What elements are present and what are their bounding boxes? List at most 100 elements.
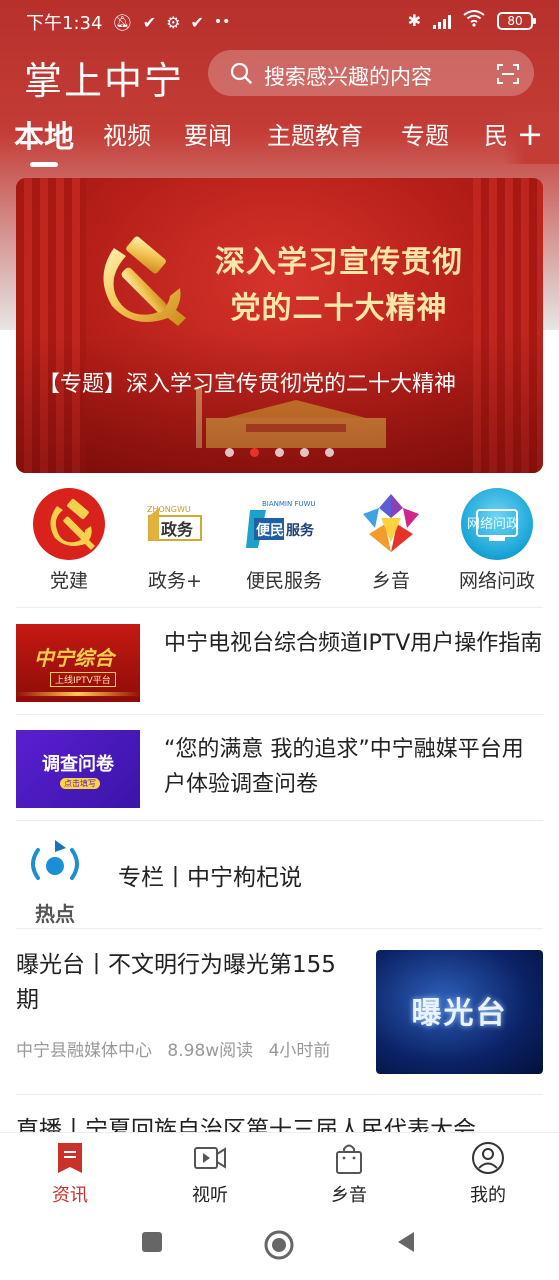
news-thumbnail: 中宁综合 上线IPTV平台 — [16, 624, 140, 702]
svg-text:政务: 政务 — [161, 520, 194, 539]
news-thumbnail: 调查问卷 点击填写 — [16, 730, 140, 808]
divider — [16, 714, 543, 715]
divider — [16, 820, 543, 821]
pagination-dot[interactable] — [300, 448, 309, 457]
svg-text:网络问政: 网络问政 — [467, 516, 519, 532]
add-channel-button[interactable]: + — [515, 116, 545, 152]
channel-tabs: 本地 视频 要闻 主题教育 专题 民 + — [0, 112, 559, 172]
pagination-dot[interactable] — [325, 448, 334, 457]
nav-label: 乡音 — [331, 1185, 367, 1206]
news-title: 中宁电视台综合频道IPTV用户操作指南 — [164, 631, 543, 656]
news-reads: 8.98w阅读 — [167, 1041, 254, 1061]
news-title-partial[interactable]: 直播丨宁夏回族自治区第十三届人民代表大会 — [16, 1110, 543, 1134]
convenience-service-icon: BIANMIN FUWU 便民 服务 — [244, 488, 324, 560]
nav-label: 我的 — [470, 1185, 506, 1206]
pagination-dot[interactable] — [225, 448, 234, 457]
hot-logo-text: 热点 — [35, 902, 75, 926]
news-item[interactable]: 调查问卷 点击填写 “您的满意 我的追求”中宁融媒平台用户体验调查问卷 — [16, 728, 543, 818]
thumb-title: 中宁综合 — [34, 646, 114, 670]
feature-news-title[interactable]: 曝光台丨不文明行为曝光第155期 — [16, 948, 336, 1018]
app-title: 掌上中宁 — [24, 59, 185, 103]
hometown-voice-icon — [355, 488, 427, 560]
quick-link-label: 乡音 — [371, 570, 410, 592]
quick-link-online-inquiry[interactable]: 网络问政 网络问政 — [442, 488, 552, 593]
tab-local[interactable]: 本地 — [14, 112, 74, 156]
gear-icon: ⚙ — [166, 12, 181, 32]
recent-apps-icon[interactable] — [140, 1230, 164, 1254]
divider — [16, 607, 543, 608]
battery-indicator: 80 — [497, 11, 536, 30]
svg-text:服务: 服务 — [286, 522, 315, 539]
party-emblem-icon — [103, 236, 186, 326]
search-placeholder: 搜索感兴趣的内容 — [264, 65, 432, 89]
bottom-navigation: 资讯 视听 乡音 我的 — [0, 1132, 559, 1212]
status-bar: 下午1:34 🔕︎ ✔ ⚙ ✔ •• ✱ 80 — [0, 0, 559, 40]
back-icon[interactable] — [394, 1230, 418, 1254]
tab-video[interactable]: 视频 — [103, 116, 151, 151]
government-affairs-icon: ZHONGWU 政务 — [139, 488, 211, 560]
nav-hometown[interactable]: 乡音 — [299, 1141, 399, 1207]
banner-caption: 【专题】深入学习宣传贯彻党的二十大精神 — [38, 372, 457, 397]
wifi-icon — [463, 9, 485, 32]
svg-text:BIANMIN FUWU: BIANMIN FUWU — [262, 500, 316, 508]
bluetooth-icon: ✱ — [407, 11, 421, 30]
more-dots-icon: •• — [213, 14, 231, 30]
profile-icon — [471, 1141, 505, 1175]
status-time: 下午1:34 — [26, 13, 103, 34]
tab-theme-education[interactable]: 主题教育 — [267, 116, 363, 151]
scan-icon[interactable] — [496, 62, 520, 86]
banner-headline: 深入学习宣传贯彻 党的二十大精神 — [194, 240, 484, 332]
svg-text:便民: 便民 — [256, 522, 284, 539]
hot-logo: 热点 — [24, 836, 86, 926]
pagination-dot-active[interactable] — [250, 448, 259, 457]
quick-link-government[interactable]: ZHONGWU 政务 政务+ — [120, 488, 230, 593]
search-icon — [230, 62, 252, 84]
system-navigation-bar — [0, 1212, 559, 1280]
nav-label: 资讯 — [52, 1185, 88, 1206]
feature-thumbnail[interactable]: 曝光台 — [376, 950, 543, 1074]
nav-profile[interactable]: 我的 — [438, 1141, 538, 1207]
quick-link-label: 党建 — [49, 570, 88, 592]
featured-banner[interactable]: 深入学习宣传贯彻 党的二十大精神 【专题】深入学习宣传贯彻党的二十大精神 — [16, 178, 543, 473]
shopping-bag-icon — [332, 1141, 366, 1175]
mute-icon: 🔕︎ — [112, 12, 133, 32]
thumb-subtitle: 上线IPTV平台 — [50, 672, 116, 687]
thumb-subtitle: 点击填写 — [60, 778, 100, 789]
news-icon — [53, 1141, 87, 1175]
hotspot-icon — [31, 840, 79, 880]
news-item[interactable]: 中宁综合 上线IPTV平台 中宁电视台综合频道IPTV用户操作指南 — [16, 622, 543, 712]
nav-label: 视听 — [192, 1185, 228, 1206]
news-title: “您的满意 我的追求”中宁融媒平台用户体验调查问卷 — [164, 737, 524, 797]
tab-headlines[interactable]: 要闻 — [184, 116, 232, 151]
column-title[interactable]: 专栏丨中宁枸杞说 — [118, 858, 302, 892]
pagination-dot[interactable] — [275, 448, 284, 457]
thumb-title: 曝光台 — [411, 996, 508, 1031]
party-emblem-icon — [33, 488, 105, 560]
banner-headline-line1: 深入学习宣传贯彻 — [215, 245, 463, 280]
nav-news[interactable]: 资讯 — [20, 1141, 120, 1207]
check-icon: ✔ — [190, 12, 204, 32]
quick-link-party[interactable]: 党建 — [14, 488, 124, 593]
app-header: 掌上中宁 搜索感兴趣的内容 — [0, 44, 559, 104]
quick-link-convenience[interactable]: BIANMIN FUWU 便民 服务 便民服务 — [229, 488, 339, 593]
feature-news-meta: 中宁县融媒体中心 8.98w阅读 4小时前 — [16, 1036, 330, 1061]
video-icon — [193, 1141, 227, 1175]
nav-video[interactable]: 视听 — [160, 1141, 260, 1207]
banner-pagination — [16, 448, 543, 457]
signal-icon — [433, 13, 451, 29]
divider — [16, 928, 543, 929]
thumb-glow — [16, 692, 140, 696]
quick-links: 党建 ZHONGWU 政务 政务+ BIANMIN FUWU 便民 服务 便民服务 乡… — [0, 488, 559, 598]
news-time: 4小时前 — [268, 1041, 331, 1061]
online-inquiry-icon: 网络问政 — [461, 488, 533, 560]
quick-link-label: 便民服务 — [245, 570, 322, 592]
thumb-title: 调查问卷 — [42, 754, 114, 775]
search-bar[interactable]: 搜索感兴趣的内容 — [208, 50, 534, 96]
check-icon: ✔ — [142, 12, 157, 32]
home-icon[interactable] — [264, 1230, 294, 1260]
tab-special[interactable]: 专题 — [401, 116, 449, 151]
divider — [16, 1094, 543, 1095]
quick-link-label: 政务+ — [148, 570, 202, 592]
quick-link-hometown-voice[interactable]: 乡音 — [336, 488, 446, 593]
news-source: 中宁县融媒体中心 — [16, 1041, 152, 1061]
